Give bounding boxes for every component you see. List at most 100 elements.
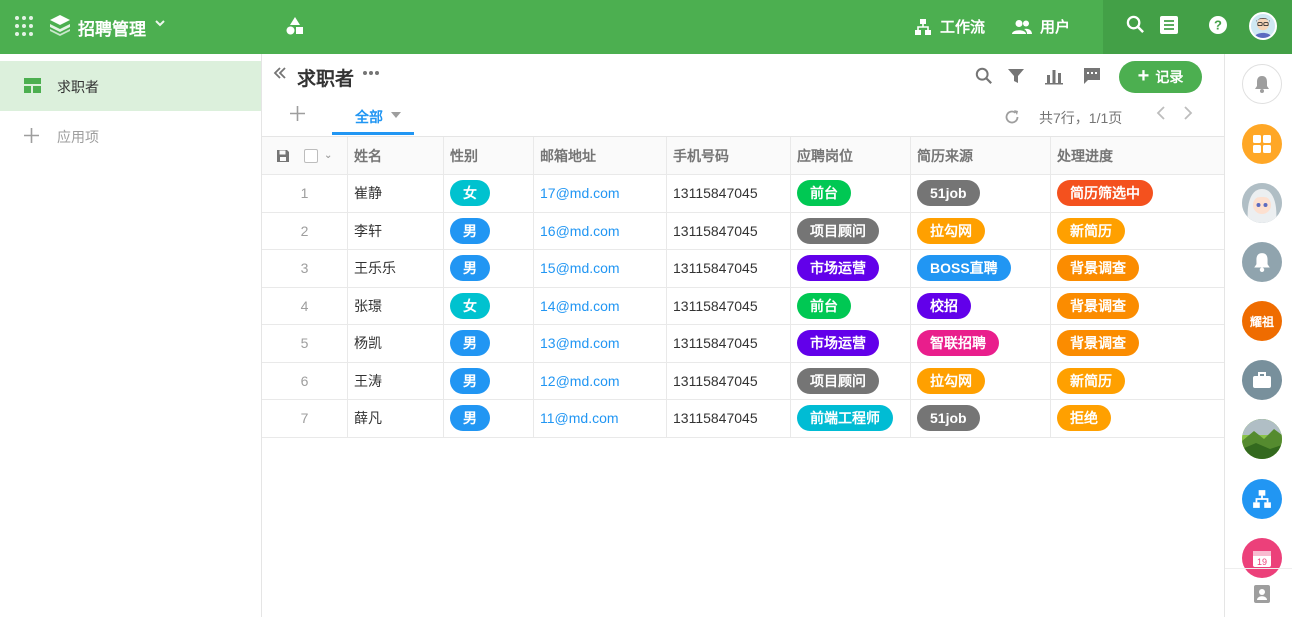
prev-page-icon[interactable] (1156, 106, 1166, 125)
row-index[interactable]: 4 (262, 287, 348, 324)
cell-status[interactable]: 简历筛选中 (1051, 175, 1224, 212)
calendar-icon[interactable]: 19 (1242, 538, 1282, 578)
cell-phone[interactable]: 13115847045 (667, 287, 791, 324)
landscape-avatar[interactable] (1242, 419, 1282, 459)
next-page-icon[interactable] (1183, 106, 1193, 125)
row-index[interactable]: 7 (262, 400, 348, 437)
search-icon[interactable] (975, 67, 993, 88)
table-row[interactable]: 4 张璟女 14@md.com 13115847045 前台 校招 背景调查 (262, 287, 1224, 325)
comment-icon[interactable] (1083, 67, 1101, 88)
help-icon[interactable]: ? (1208, 15, 1228, 35)
cell-status[interactable]: 新简历 (1051, 363, 1224, 400)
cell-status[interactable]: 背景调查 (1051, 325, 1224, 362)
cell-source[interactable]: 51job (911, 400, 1051, 437)
org-chart-icon[interactable] (1242, 479, 1282, 519)
cell-email[interactable]: 13@md.com (534, 325, 667, 362)
chart-icon[interactable] (1045, 67, 1063, 88)
cell-post[interactable]: 前台 (791, 287, 911, 324)
app-title[interactable]: 招聘管理 (78, 15, 146, 40)
cell-gender[interactable]: 男 (444, 325, 534, 362)
table-row[interactable]: 1 崔静女 17@md.com 13115847045 前台 51job 简历筛选中 (262, 175, 1224, 213)
cell-gender[interactable]: 男 (444, 362, 534, 399)
column-header-status[interactable]: 处理进度 (1051, 137, 1224, 174)
refresh-icon[interactable] (1004, 109, 1020, 128)
cell-status[interactable]: 背景调查 (1051, 250, 1224, 287)
cell-email[interactable]: 14@md.com (534, 287, 667, 324)
cell-phone[interactable]: 13115847045 (667, 175, 791, 212)
cell-source[interactable]: 拉勾网 (911, 362, 1051, 399)
cell-gender[interactable]: 女 (444, 175, 534, 212)
column-header-post[interactable]: 应聘岗位 (791, 137, 911, 174)
row-index[interactable]: 1 (262, 175, 348, 212)
table-row[interactable]: 2 李轩男 16@md.com 13115847045 项目顾问 拉勾网 新简历 (262, 212, 1224, 250)
cell-status[interactable]: 背景调查 (1051, 288, 1224, 325)
cell-phone[interactable]: 13115847045 (667, 400, 791, 437)
cell-email[interactable]: 15@md.com (534, 250, 667, 287)
sheet-icon[interactable] (1159, 15, 1179, 35)
bell-icon[interactable] (1242, 242, 1282, 282)
tab-all[interactable]: 全部 (332, 104, 414, 135)
chevron-down-icon[interactable]: ⌄ (324, 150, 332, 161)
table-row[interactable]: 3 王乐乐男 15@md.com 13115847045 市场运营 BOSS直聘 背景调查 (262, 250, 1224, 288)
cell-post[interactable]: 项目顾问 (791, 212, 911, 249)
cell-email[interactable]: 16@md.com (534, 212, 667, 249)
cell-post[interactable]: 前台 (791, 175, 911, 212)
text-avatar[interactable]: 耀祖 (1242, 301, 1282, 341)
cell-source[interactable]: BOSS直聘 (911, 250, 1051, 287)
row-index[interactable]: 5 (262, 325, 348, 362)
notification-bell-icon[interactable] (1242, 64, 1282, 104)
chevron-down-icon[interactable] (154, 17, 166, 29)
apps-grid-icon[interactable] (1242, 124, 1282, 164)
save-icon[interactable] (276, 149, 290, 163)
table-row[interactable]: 5 杨凯男 13@md.com 13115847045 市场运营 智联招聘 背景调查 (262, 325, 1224, 363)
column-header-email[interactable]: 邮箱地址 (534, 137, 667, 174)
cell-email[interactable]: 12@md.com (534, 362, 667, 399)
add-view-button[interactable] (290, 104, 305, 127)
cell-name[interactable]: 杨凯 (348, 325, 444, 362)
column-header-name[interactable]: 姓名 (348, 137, 444, 174)
cell-gender[interactable]: 男 (444, 212, 534, 249)
cell-source[interactable]: 51job (911, 175, 1051, 212)
row-index[interactable]: 3 (262, 250, 348, 287)
filter-icon[interactable] (1007, 67, 1025, 88)
cell-name[interactable]: 王乐乐 (348, 250, 444, 287)
cell-source[interactable]: 校招 (911, 287, 1051, 324)
cell-email[interactable]: 17@md.com (534, 175, 667, 212)
contacts-icon[interactable] (1254, 585, 1270, 606)
cell-email[interactable]: 11@md.com (534, 400, 667, 437)
collapse-sidebar-icon[interactable] (273, 66, 287, 85)
cell-phone[interactable]: 13115847045 (667, 212, 791, 249)
cell-name[interactable]: 王涛 (348, 362, 444, 399)
sidebar-item-add-app[interactable]: 应用项 (0, 111, 261, 161)
more-options-icon[interactable] (362, 63, 380, 81)
shapes-icon[interactable] (285, 16, 305, 36)
avatar[interactable] (1249, 12, 1277, 40)
cell-post[interactable]: 市场运营 (791, 325, 911, 362)
cell-name[interactable]: 李轩 (348, 212, 444, 249)
column-header-gender[interactable]: 性别 (444, 137, 534, 174)
briefcase-icon[interactable] (1242, 360, 1282, 400)
caret-down-icon[interactable] (391, 112, 401, 118)
workflow-button[interactable]: 工作流 (914, 16, 985, 37)
cell-name[interactable]: 崔静 (348, 175, 444, 212)
cell-name[interactable]: 薛凡 (348, 400, 444, 437)
cell-post[interactable]: 前端工程师 (791, 400, 911, 437)
user-avatar-anime[interactable] (1242, 183, 1282, 223)
cell-phone[interactable]: 13115847045 (667, 250, 791, 287)
cell-name[interactable]: 张璟 (348, 287, 444, 324)
cell-gender[interactable]: 男 (444, 250, 534, 287)
cell-status[interactable]: 新简历 (1051, 213, 1224, 250)
search-icon[interactable] (1126, 15, 1145, 34)
select-all-checkbox[interactable] (304, 148, 318, 163)
cell-post[interactable]: 项目顾问 (791, 362, 911, 399)
table-row[interactable]: 7 薛凡男 11@md.com 13115847045 前端工程师 51job 拒绝 (262, 400, 1224, 438)
cell-phone[interactable]: 13115847045 (667, 325, 791, 362)
cell-status[interactable]: 拒绝 (1051, 400, 1224, 437)
column-header-source[interactable]: 简历来源 (911, 137, 1051, 174)
row-index[interactable]: 6 (262, 362, 348, 399)
cell-source[interactable]: 拉勾网 (911, 212, 1051, 249)
cell-phone[interactable]: 13115847045 (667, 362, 791, 399)
apps-grid-icon[interactable] (15, 16, 35, 36)
cell-gender[interactable]: 女 (444, 287, 534, 324)
column-header-phone[interactable]: 手机号码 (667, 137, 791, 174)
